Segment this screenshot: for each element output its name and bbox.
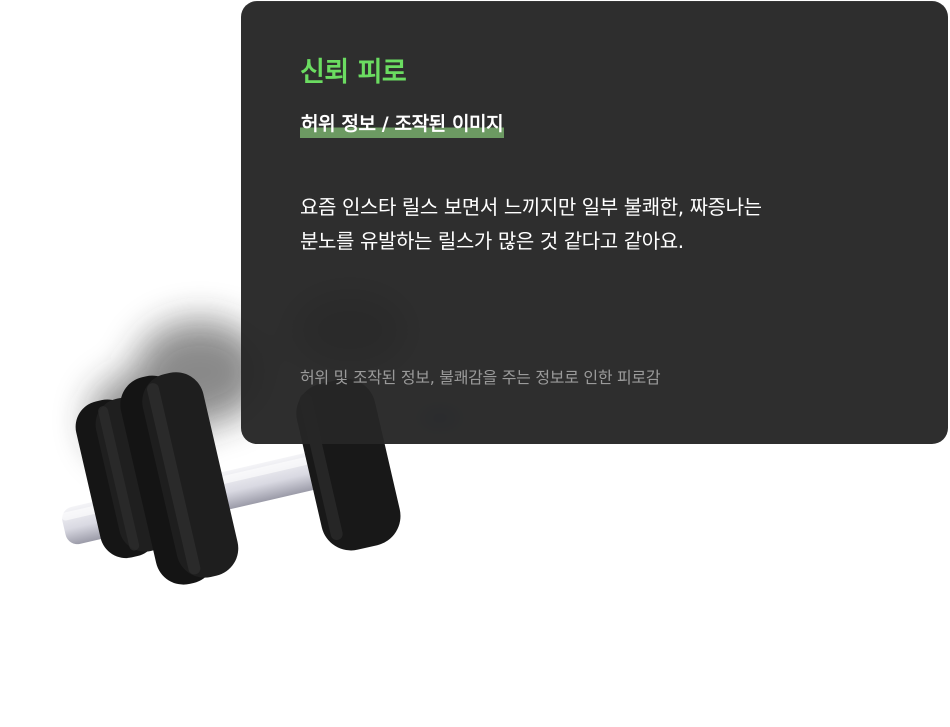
info-card: 신뢰 피로 허위 정보 / 조작된 이미지 요즘 인스타 릴스 보면서 느끼지만… <box>241 1 948 444</box>
card-subtitle: 허위 정보 / 조작된 이미지 <box>300 111 505 138</box>
card-title: 신뢰 피로 <box>300 57 407 88</box>
card-body-line: 요즘 인스타 릴스 보면서 느끼지만 일부 불쾌한, 짜증나는 <box>300 195 762 219</box>
stage: 신뢰 피로 허위 정보 / 조작된 이미지 요즘 인스타 릴스 보면서 느끼지만… <box>0 0 950 727</box>
card-body-line: 분노를 유발하는 릴스가 많은 것 같다고 같아요. <box>300 229 684 253</box>
card-body: 요즘 인스타 릴스 보면서 느끼지만 일부 불쾌한, 짜증나는 분노를 유발하는… <box>300 190 900 258</box>
card-footer: 허위 및 조작된 정보, 불쾌감을 주는 정보로 인한 피로감 <box>300 368 661 387</box>
